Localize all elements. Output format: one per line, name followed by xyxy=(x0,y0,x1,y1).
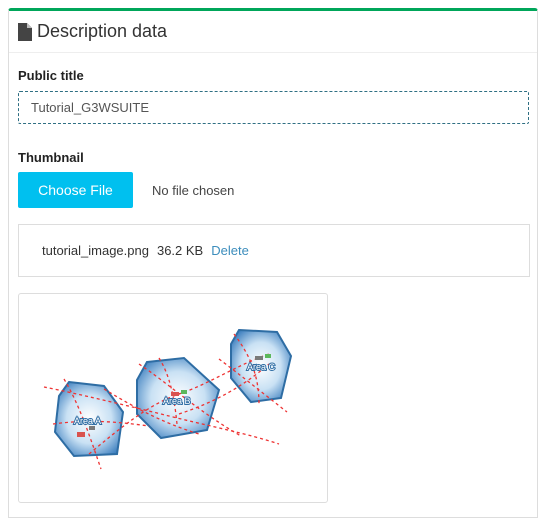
thumbnail-label: Thumbnail xyxy=(18,150,84,165)
panel-title: Description data xyxy=(37,21,168,41)
description-data-panel: Description data Public title Thumbnail … xyxy=(8,8,538,518)
no-file-chosen-text: No file chosen xyxy=(152,183,235,198)
file-size: 36.2 KB xyxy=(156,243,204,258)
file-icon xyxy=(18,22,32,41)
area-a-label: Area A xyxy=(74,416,101,426)
panel-header: Description data xyxy=(9,11,537,53)
public-title-input[interactable] xyxy=(18,91,529,124)
area-c-label: Area C xyxy=(247,362,276,372)
public-title-label: Public title xyxy=(18,68,84,83)
delete-file-link[interactable]: Delete xyxy=(211,243,249,258)
file-name: tutorial_image.png xyxy=(42,243,149,258)
choose-file-button[interactable]: Choose File xyxy=(18,172,133,208)
area-b-label: Area B xyxy=(163,396,191,406)
uploaded-file-row: tutorial_image.png 36.2 KB Delete xyxy=(18,224,530,277)
thumbnail-preview: Area A Area B Area C xyxy=(18,293,328,503)
thumbnail-map-image: Area A Area B Area C xyxy=(43,328,293,470)
